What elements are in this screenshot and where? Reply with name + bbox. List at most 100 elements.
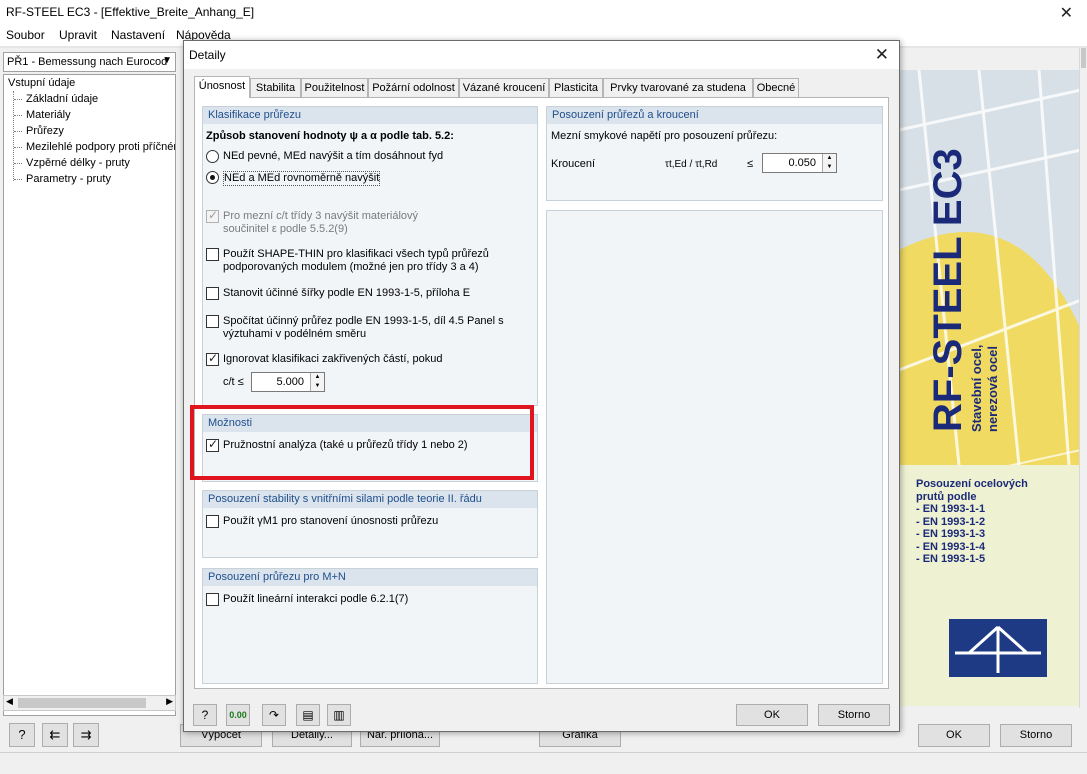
tree-root-input[interactable]: Vstupní údaje <box>8 77 75 89</box>
banner-desc-line2: prutů podle <box>916 490 977 503</box>
tab-general[interactable]: Obecné <box>753 78 799 98</box>
ignore-curved-label[interactable]: Ignorovat klasifikaci zakřivených částí,… <box>223 353 443 366</box>
import-icon[interactable]: ⇇ <box>42 723 68 747</box>
torsion-le: ≤ <box>747 158 754 170</box>
chevron-down-icon: ▼ <box>162 55 172 66</box>
group-second-order-stability: Posouzení stability s vnitřními silami p… <box>202 490 538 558</box>
tab-plasticity[interactable]: Plasticita <box>549 78 603 98</box>
dialog-titlebar: Detaily ✕ <box>184 41 899 69</box>
effective-widths-label[interactable]: Stanovit účinné šířky podle EN 1993-1-5,… <box>223 287 470 300</box>
design-case-select[interactable]: PŘ1 - Bemessung nach Eurocod ▼ <box>3 52 176 72</box>
effective-widths-checkbox[interactable] <box>206 287 219 300</box>
torsion-row-label: Kroucení <box>551 158 596 170</box>
ok-button[interactable]: OK <box>736 704 808 726</box>
shape-thin-checkbox[interactable] <box>206 248 219 261</box>
spinner-arrows-icon[interactable]: ▲ ▼ <box>822 154 836 172</box>
save-settings-icon[interactable]: ▥ <box>327 704 351 726</box>
banner-norm: - EN 1993-1-3 <box>916 528 986 540</box>
module-banner: RF-STEEL EC3 Stavební ocel, nerezová oce… <box>899 70 1081 706</box>
tree-item-buckling-lengths[interactable]: Vzpěrné délky - pruty <box>26 157 130 169</box>
help-icon[interactable]: ? <box>9 723 35 747</box>
class3-epsilon-label-2: součinitel ε podle 5.5.2(9) <box>223 223 348 235</box>
class3-epsilon-label-1: Pro mezní c/t třídy 3 navýšit materiálov… <box>223 210 419 222</box>
group-header: Posouzení průřezu pro M+N <box>203 569 537 586</box>
effective-section-checkbox[interactable] <box>206 315 219 328</box>
tree-item-basic-data[interactable]: Základní údaje <box>26 93 98 105</box>
load-settings-icon[interactable]: ▤ <box>296 704 320 726</box>
linear-interaction-label[interactable]: Použít lineární interakci podle 6.2.1(7) <box>223 593 408 606</box>
tab-serviceability[interactable]: Použitelnost <box>301 78 368 98</box>
group-mn-design: Posouzení průřezu pro M+N Použít lineárn… <box>202 568 538 684</box>
help-icon[interactable]: ? <box>193 704 217 726</box>
cancel-button[interactable]: Storno <box>818 704 890 726</box>
navigator-tree: Vstupní údaje Základní údaje Materiály P… <box>3 74 176 716</box>
banner-norm: - EN 1993-1-5 <box>916 553 986 565</box>
use-gamma-m1-label[interactable]: Použít γM1 pro stanovení únosnosti průře… <box>223 515 438 528</box>
group-header: Klasifikace průřezu <box>203 107 537 124</box>
shape-thin-label-2[interactable]: podporovaných modulem (možné jen pro tří… <box>223 261 479 274</box>
main-titlebar: RF-STEEL EC3 - [Effektive_Breite_Anhang_… <box>0 0 1087 26</box>
shape-thin-label-1[interactable]: Použít SHAPE-THIN pro klasifikaci všech … <box>223 248 489 261</box>
radio-ned-med-uniform[interactable] <box>206 171 219 184</box>
ignore-curved-checkbox[interactable] <box>206 351 219 366</box>
torsion-limit-spinner[interactable]: 0.050 ▲ ▼ <box>762 153 837 173</box>
main-cancel-button[interactable]: Storno <box>1000 724 1072 747</box>
effective-section-label-2[interactable]: výztuhami v podélném směru <box>223 328 366 341</box>
main-vertical-scrollbar[interactable] <box>1079 48 1087 708</box>
torsion-limit-label: Mezní smykové napětí pro posouzení průře… <box>551 130 778 142</box>
linear-interaction-checkbox[interactable] <box>206 593 219 606</box>
effective-section-label-1[interactable]: Spočítat účinný průřez podle EN 1993-1-5… <box>223 315 504 328</box>
banner-desc-line1: Posouzení ocelových <box>916 478 1028 490</box>
zero-values-icon[interactable]: 0.00 <box>226 704 250 726</box>
tree-item-member-parameters[interactable]: Parametry - pruty <box>26 173 111 185</box>
radio-ned-constant-label[interactable]: NEd pevné, MEd navýšit a tím dosáhnout f… <box>223 150 443 163</box>
group-section-classification: Klasifikace průřezu Způsob stanovení hod… <box>202 106 538 406</box>
reset-defaults-icon[interactable]: ↷ <box>262 704 286 726</box>
banner-title-graphic: RF-STEEL EC3 Stavební ocel, nerezová oce… <box>926 148 999 432</box>
close-icon[interactable]: ✕ <box>875 45 889 65</box>
ct-limit-spinner[interactable]: 5.000 ▲ ▼ <box>251 372 325 392</box>
banner-norm: - EN 1993-1-4 <box>916 540 986 553</box>
use-gamma-m1-checkbox[interactable] <box>206 515 219 528</box>
tree-item-materials[interactable]: Materiály <box>26 109 71 121</box>
tab-stability[interactable]: Stabilita <box>250 78 301 98</box>
menu-settings[interactable]: Nastavení <box>111 28 165 42</box>
highlight-frame <box>190 405 534 480</box>
tab-cold-formed[interactable]: Prvky tvarované za studena <box>603 78 753 98</box>
banner-norm: - EN 1993-1-1 <box>916 503 986 515</box>
arrow-right-icon[interactable]: ▶ <box>166 696 173 707</box>
ct-limit-label: c/t ≤ <box>223 376 244 388</box>
main-ok-button[interactable]: OK <box>918 724 990 747</box>
info-panel <box>546 210 883 684</box>
menu-file[interactable]: Soubor <box>6 28 45 42</box>
banner-norm: - EN 1993-1-2 <box>916 515 986 528</box>
banner-subtitle-1: Stavební ocel, <box>969 345 984 432</box>
scrollbar-thumb[interactable] <box>18 698 146 708</box>
tab-panel-resistance: Klasifikace průřezu Způsob stanovení hod… <box>194 97 889 689</box>
tab-warping-torsion[interactable]: Vázané kroucení <box>459 78 549 98</box>
spinner-arrows-icon[interactable]: ▲ ▼ <box>310 373 324 391</box>
scrollbar-thumb[interactable] <box>1081 48 1086 68</box>
group-header: Posouzení stability s vnitřními silami p… <box>203 491 537 508</box>
torsion-formula: τt,Ed / τt,Rd <box>665 159 718 170</box>
torsion-limit-value[interactable]: 0.050 <box>788 157 816 169</box>
dlubal-logo-icon <box>949 619 1047 677</box>
close-icon[interactable]: ✕ <box>1060 3 1073 23</box>
menu-edit[interactable]: Upravit <box>59 28 97 42</box>
ct-limit-value[interactable]: 5.000 <box>276 376 304 388</box>
export-icon[interactable]: ⇉ <box>73 723 99 747</box>
radio-ned-med-uniform-label[interactable]: NEd a MEd rovnoměrně navýšit <box>223 171 381 186</box>
dialog-title: Detaily <box>189 48 226 62</box>
main-window-title: RF-STEEL EC3 - [Effektive_Breite_Anhang_… <box>6 5 255 19</box>
radio-ned-constant[interactable] <box>206 150 219 163</box>
banner-title: RF-STEEL EC3 <box>926 148 970 432</box>
tab-resistance[interactable]: Únosnost <box>194 76 250 98</box>
design-case-value: PŘ1 - Bemessung nach Eurocod <box>7 56 168 68</box>
details-dialog: Detaily ✕ Únosnost Stabilita Použitelnos… <box>183 40 900 732</box>
tree-item-sections[interactable]: Průřezy <box>26 125 64 137</box>
navigator-scrollbar[interactable]: ◀ ▶ <box>3 695 176 711</box>
tree-item-intermediate-supports[interactable]: Mezilehlé podpory proti příčném <box>26 141 175 153</box>
group-header: Posouzení průřezů a kroucení <box>547 107 882 124</box>
tab-fire-resistance[interactable]: Požární odolnost <box>368 78 459 98</box>
arrow-left-icon[interactable]: ◀ <box>6 696 13 707</box>
